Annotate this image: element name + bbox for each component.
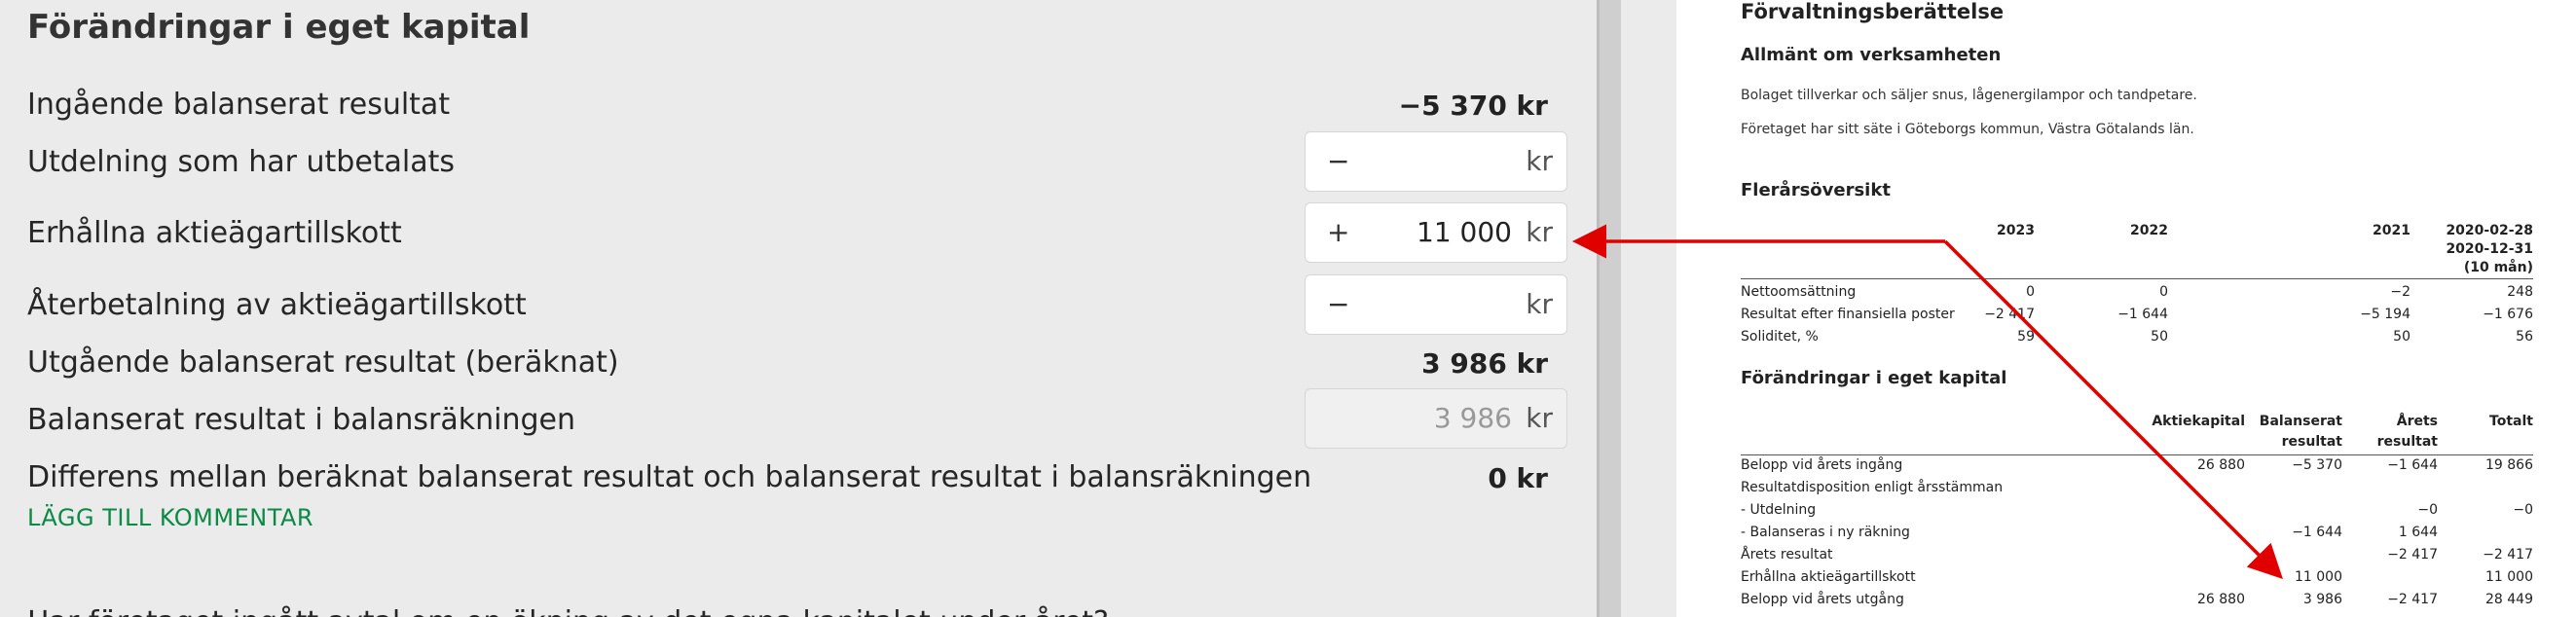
- row-label-balansrakning: Balanserat resultat i balansräkningen: [27, 403, 575, 437]
- table-row-label: Belopp vid årets ingång: [1741, 457, 1903, 473]
- table-row-label: - Utdelning: [1741, 502, 1817, 518]
- aterbetalning-input[interactable]: − kr: [1305, 274, 1567, 335]
- row-label-ingaende: Ingående balanserat resultat: [27, 88, 451, 122]
- annual-report-document: Förvaltningsberättelse Allmänt om verksa…: [1676, 0, 2576, 617]
- balansrakning-readonly-field: 3 986 kr: [1305, 388, 1567, 449]
- row-label-differens: Differens mellan beräknat balanserat res…: [27, 460, 1312, 494]
- table-cell: −1 644: [2292, 525, 2342, 540]
- table-cell: 0: [2159, 284, 2168, 300]
- table-cell: −2 417: [2483, 547, 2533, 563]
- doc-title: Förvaltningsberättelse: [1741, 0, 2005, 23]
- minus-sign: −: [1327, 145, 1350, 177]
- currency-unit: kr: [1526, 216, 1553, 248]
- table-cell: 28 449: [2485, 592, 2533, 607]
- multi-year-rows: Nettoomsättning 0 0 −2 248 Resultat efte…: [1741, 284, 2533, 352]
- equity-heading: Förändringar i eget kapital: [1741, 368, 2007, 388]
- col-header: 2021: [2373, 223, 2410, 238]
- table-cell: 50: [2393, 329, 2410, 345]
- next-question-text: Har företaget ingått avtal om en ökning …: [27, 605, 1109, 617]
- row-value-utgaende: 3 986 kr: [1421, 347, 1548, 380]
- utdelning-input[interactable]: − kr: [1305, 131, 1567, 192]
- table-cell: 3 986: [2302, 592, 2342, 607]
- row-value-differens: 0 kr: [1488, 462, 1548, 494]
- scrollbar-track[interactable]: [1600, 0, 1621, 617]
- doc-paragraph: Företaget har sitt säte i Göteborgs komm…: [1741, 122, 2194, 137]
- table-cell: −2 417: [2387, 547, 2438, 563]
- table-cell: 56: [2516, 329, 2533, 345]
- table-cell: 26 880: [2197, 457, 2245, 473]
- table-cell: 50: [2151, 329, 2168, 345]
- minus-sign: −: [1327, 288, 1350, 320]
- table-cell: −1 676: [2483, 307, 2533, 322]
- currency-unit: kr: [1526, 402, 1553, 434]
- table-cell: −5 194: [2360, 307, 2410, 322]
- col-header: 2022: [2130, 223, 2168, 238]
- col-header: resultat: [2281, 434, 2342, 450]
- table-cell: 1 644: [2398, 525, 2438, 540]
- table-cell: 0: [2026, 284, 2035, 300]
- col-header: 2020-12-31: [2446, 241, 2533, 257]
- table-row-label: - Balanseras i ny räkning: [1741, 525, 1910, 540]
- table-row-label: Belopp vid årets utgång: [1741, 592, 1904, 607]
- row-label-aterbetalning: Återbetalning av aktieägartillskott: [27, 288, 527, 322]
- table-cell: −0: [2417, 502, 2438, 518]
- doc-section-heading: Allmänt om verksamheten: [1741, 45, 2002, 65]
- equity-form-panel: Förändringar i eget kapital Ingående bal…: [0, 0, 1597, 617]
- col-header: 2020-02-28: [2446, 223, 2533, 238]
- table-cell: 248: [2507, 284, 2533, 300]
- table-cell: 26 880: [2197, 592, 2245, 607]
- table-row-label: Nettoomsättning: [1741, 284, 1857, 300]
- row-label-utgaende: Utgående balanserat resultat (beräknat): [27, 345, 619, 380]
- add-comment-link[interactable]: LÄGG TILL KOMMENTAR: [27, 504, 313, 531]
- table-cell: 19 866: [2485, 457, 2533, 473]
- table-cell: −2 417: [2387, 592, 2438, 607]
- plus-sign: +: [1327, 216, 1350, 248]
- table-row-label: Resultat efter finansiella poster: [1741, 307, 1955, 322]
- table-cell: −0: [2513, 502, 2533, 518]
- table-cell: 59: [2017, 329, 2035, 345]
- col-header: Årets: [2396, 414, 2438, 429]
- aktieagartillskott-value: 11 000: [1417, 216, 1512, 248]
- col-header: Totalt: [2489, 414, 2533, 429]
- doc-paragraph: Bolaget tillverkar och säljer snus, låge…: [1741, 88, 2197, 103]
- equity-table-rows: Belopp vid årets ingång 26 880 −5 370 −1 64…: [1741, 457, 2533, 617]
- table-row-label: Soliditet, %: [1741, 329, 1819, 345]
- table-rule: [1741, 278, 2533, 279]
- currency-unit: kr: [1526, 288, 1553, 320]
- table-cell: 11 000: [2295, 569, 2342, 585]
- table-cell: −1 644: [2387, 457, 2438, 473]
- row-value-ingaende: −5 370 kr: [1398, 90, 1548, 122]
- table-rule: [1741, 454, 2533, 455]
- multi-year-heading: Flerårsöversikt: [1741, 180, 1891, 200]
- table-row-label: Erhållna aktieägartillskott: [1741, 569, 1916, 585]
- table-cell: −2: [2390, 284, 2410, 300]
- table-cell: −1 644: [2117, 307, 2168, 322]
- table-cell: 11 000: [2485, 569, 2533, 585]
- table-row-label: Årets resultat: [1741, 547, 1833, 563]
- row-label-aktieagartillskott: Erhållna aktieägartillskott: [27, 216, 402, 250]
- aktieagartillskott-input[interactable]: + 11 000 kr: [1305, 202, 1567, 263]
- col-header: resultat: [2376, 434, 2438, 450]
- table-cell: −2 417: [1984, 307, 2035, 322]
- form-title: Förändringar i eget kapital: [27, 8, 531, 47]
- col-header: 2023: [1997, 223, 2035, 238]
- currency-unit: kr: [1526, 145, 1553, 177]
- table-row-label: Resultatdisposition enligt årsstämman: [1741, 480, 2004, 495]
- table-cell: −5 370: [2292, 457, 2342, 473]
- balansrakning-value: 3 986: [1433, 402, 1512, 434]
- row-label-utdelning: Utdelning som har utbetalats: [27, 145, 456, 179]
- col-header: (10 mån): [2463, 260, 2533, 275]
- col-header: Balanserat: [2259, 414, 2342, 429]
- equity-table-header: Aktiekapital Balanserat resultat Årets r…: [1741, 413, 2533, 452]
- col-header: Aktiekapital: [2152, 414, 2245, 429]
